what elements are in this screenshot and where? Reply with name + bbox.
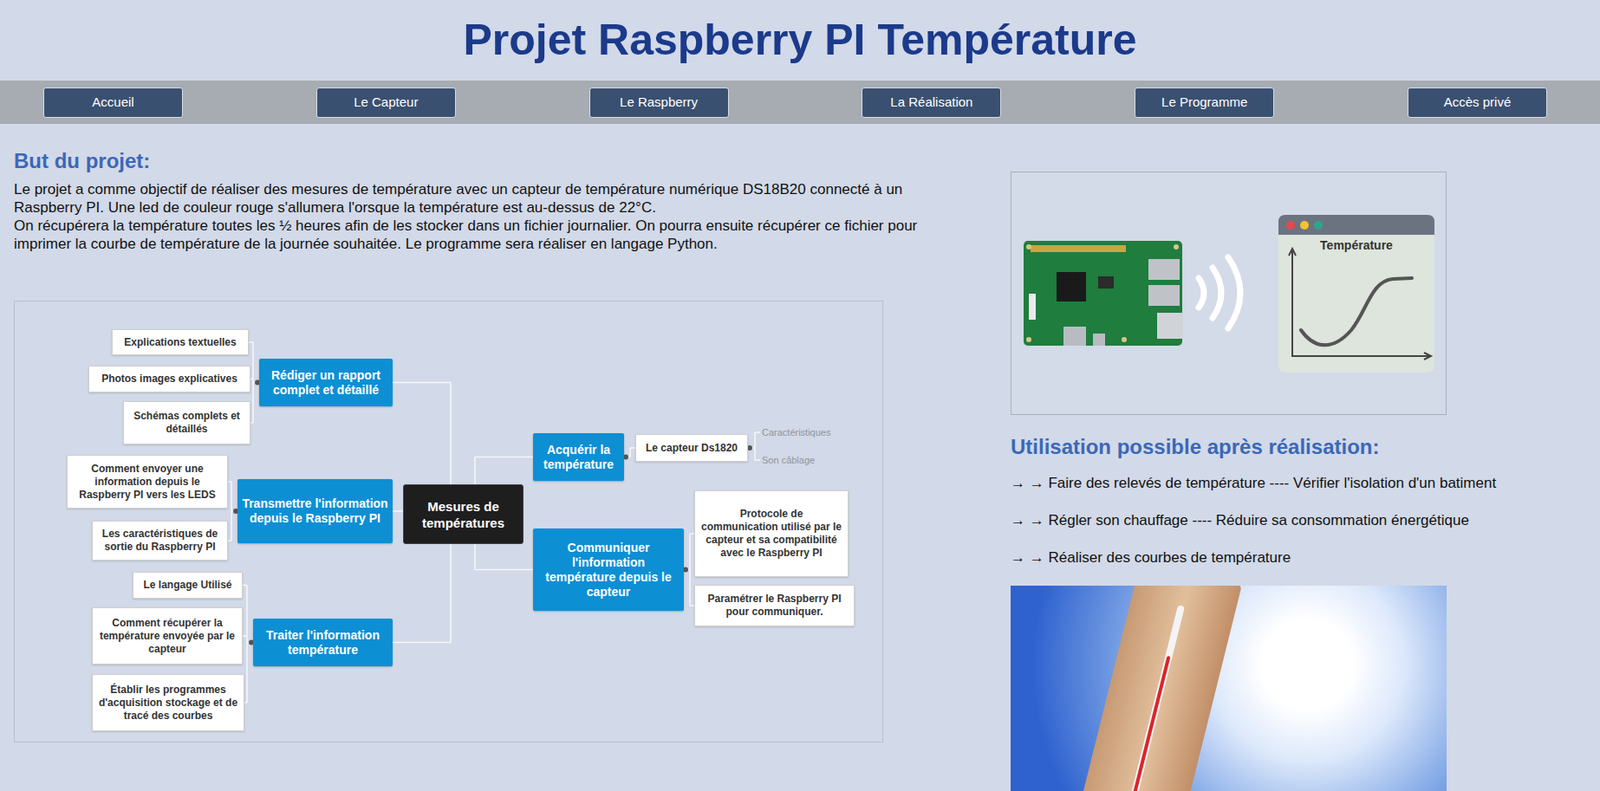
leaf-node: Comment récupérer la température envoyée… — [91, 607, 243, 665]
branch-node: Communiquer l'information température de… — [533, 528, 684, 612]
intro-section: But du projet: Le projet a comme objecti… — [0, 123, 1011, 791]
usage-item: → → Réaliser des courbes de température — [1010, 548, 1592, 567]
usage-item: → → Régler son chauffage ---- Réduire sa… — [1010, 511, 1592, 530]
page-header: Projet Raspberry PI Température — [0, 0, 1600, 81]
leaf-node: Photos images explicatives — [88, 365, 251, 393]
nav-button[interactable]: Le Raspberry — [589, 87, 729, 118]
sub-node: Caractéristiques — [761, 426, 831, 439]
intro-paragraph: Le projet a comme objectif de réaliser d… — [13, 180, 960, 217]
leaf-node: Les caractéristiques de sortie du Raspbe… — [91, 520, 228, 561]
window-title: Température — [1320, 238, 1393, 253]
branch-node: Traiter l'information température — [253, 618, 393, 667]
connector-line — [754, 432, 756, 461]
raspberry-chart-icon: Température — [1011, 172, 1446, 415]
page-title: Projet Raspberry PI Température — [0, 13, 1600, 66]
mind-map: Mesures de températures Rédiger un rappor… — [13, 300, 884, 743]
branch-node: Rédiger un rapport complet et détaillé — [259, 358, 393, 407]
thermometer-tube — [1117, 604, 1185, 791]
intro-text: Le projet a comme objectif de réaliser d… — [13, 180, 960, 254]
nav-button[interactable]: La Réalisation — [861, 87, 1002, 118]
content: But du projet: Le projet a comme objecti… — [0, 123, 1600, 791]
illustration: Température — [1010, 171, 1447, 416]
branch-node: Acquérir la température — [533, 433, 625, 482]
sub-node: Son câblage — [761, 454, 815, 467]
nav-button[interactable]: Accès privé — [1407, 87, 1548, 118]
nav-bar: Accueil Le Capteur Le Raspberry La Réalisat… — [0, 80, 1600, 124]
nav-button[interactable]: Accueil — [43, 87, 183, 118]
thermometer-icon — [1073, 585, 1243, 791]
connector-line — [392, 642, 451, 644]
mind-map-canvas: Mesures de températures Rédiger un rappor… — [14, 301, 883, 742]
leaf-node: Paramétrer le Raspberry PI pour communiq… — [694, 585, 855, 627]
connector-line — [754, 459, 761, 462]
leaf-node: Le capteur Ds1820 — [635, 434, 748, 462]
leaf-node: Protocole de communication utilisé par l… — [694, 490, 849, 578]
branch-node: Transmettre l'information depuis le Rasp… — [237, 479, 393, 544]
leaf-node: Explications textuelles — [111, 329, 249, 356]
leaf-node: Le langage Utilisé — [132, 572, 243, 599]
nav-button[interactable]: Le Programme — [1134, 87, 1275, 118]
intro-heading: But du projet: — [13, 148, 960, 174]
usage-item: → → Faire des relevés de température ---… — [1010, 474, 1592, 493]
usage-list: → → Faire des relevés de température ---… — [1010, 474, 1592, 567]
leaf-node: Comment envoyer une information depuis l… — [66, 455, 228, 509]
side-section: Température Utilisation possible après r… — [1010, 123, 1600, 791]
thermometer-photo — [1010, 585, 1447, 791]
nav-button[interactable]: Le Capteur — [316, 87, 456, 118]
intro-paragraph: On récupérera la température toutes les … — [13, 216, 960, 254]
usage-heading: Utilisation possible après réalisation: — [1010, 434, 1592, 460]
connector-line — [474, 569, 534, 572]
connector-line — [629, 448, 631, 458]
connector-line — [246, 585, 248, 704]
connector-line — [474, 456, 534, 459]
connector-line — [392, 382, 451, 384]
root-node: Mesures de températures — [403, 484, 524, 545]
connector-line — [754, 431, 761, 434]
leaf-node: Schémas complets et détaillés — [123, 401, 251, 445]
leaf-node: Établir les programmes d'acquisition sto… — [91, 674, 245, 732]
thermometer-fill — [1118, 656, 1171, 791]
